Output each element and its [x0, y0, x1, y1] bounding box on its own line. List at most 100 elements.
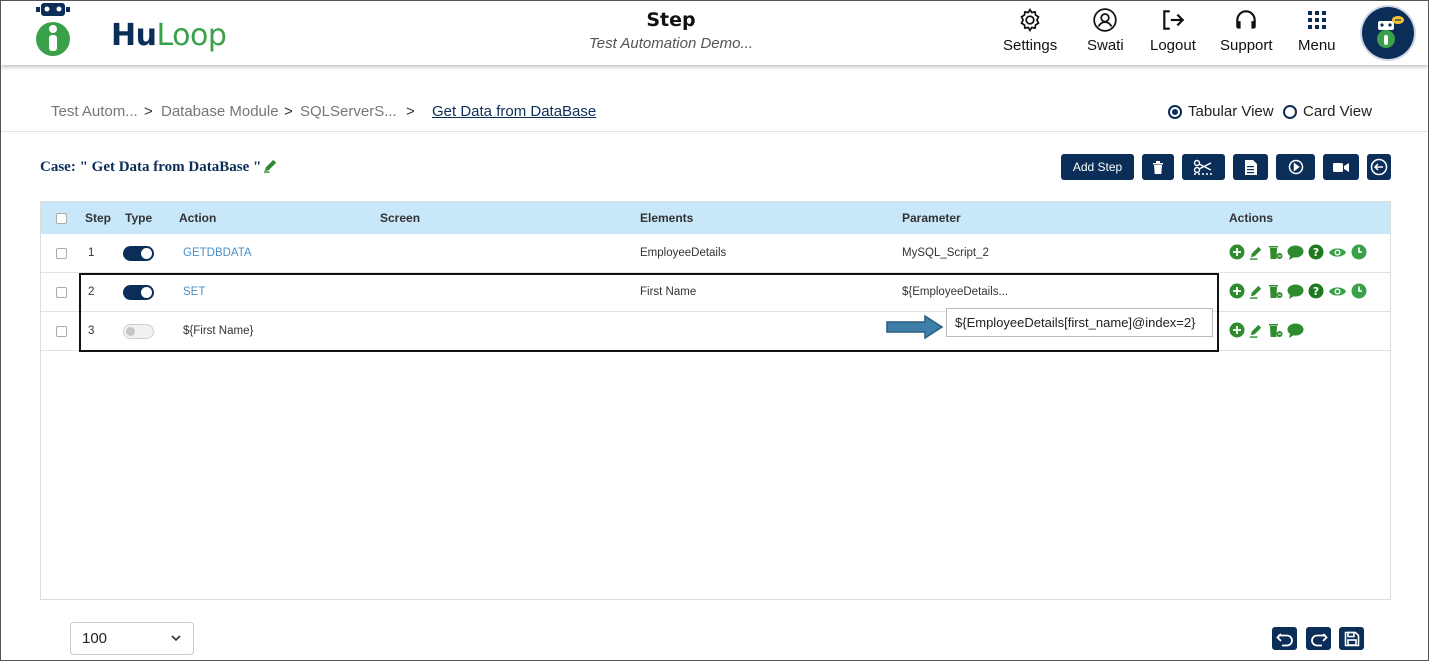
- column-header: Parameter: [902, 211, 961, 225]
- column-header: Step: [85, 211, 112, 225]
- headphones-icon: [1236, 10, 1257, 29]
- breadcrumb-separator: >: [284, 103, 293, 120]
- nav-settings[interactable]: Settings: [1003, 6, 1057, 54]
- nav-logout[interactable]: Logout: [1150, 6, 1196, 54]
- eye-icon[interactable]: [1328, 285, 1347, 298]
- user-icon: [1093, 8, 1118, 32]
- row-actions: ?: [1229, 283, 1367, 299]
- breadcrumb-item[interactable]: Test Autom...: [51, 103, 138, 120]
- save-icon: [1344, 631, 1359, 646]
- undo-button[interactable]: [1272, 627, 1297, 650]
- nav-support[interactable]: Support: [1220, 6, 1273, 54]
- undo-icon: [1275, 632, 1293, 646]
- breadcrumb-separator: >: [406, 103, 415, 120]
- column-header: Actions: [1229, 211, 1274, 225]
- cut-button[interactable]: [1182, 154, 1225, 180]
- assistant-button[interactable]: [1362, 7, 1414, 59]
- row-checkbox[interactable]: [56, 287, 67, 298]
- logout-icon: [1163, 10, 1185, 30]
- scissors-icon: [1193, 159, 1214, 175]
- redo-icon: [1310, 632, 1328, 646]
- delete-icon[interactable]: [1268, 244, 1283, 260]
- tabular-view-label: Tabular View: [1188, 103, 1274, 120]
- video-icon: [1333, 162, 1349, 172]
- pencil-icon[interactable]: [263, 158, 278, 173]
- case-prefix: Case:: [40, 159, 76, 175]
- breadcrumb-item[interactable]: Database Module: [161, 103, 279, 120]
- edit-icon[interactable]: [1249, 323, 1264, 338]
- app-header: HuLoop Step Test Automation Demo... Sett…: [1, 1, 1428, 65]
- nav-menu[interactable]: Menu: [1298, 6, 1336, 54]
- redo-button[interactable]: [1306, 627, 1331, 650]
- back-button[interactable]: [1367, 154, 1391, 180]
- column-header: Elements: [640, 211, 694, 225]
- save-button[interactable]: [1339, 627, 1364, 650]
- help-icon[interactable]: ?: [1308, 244, 1324, 260]
- comment-icon[interactable]: [1287, 323, 1304, 338]
- case-title: Case: " Get Data from DataBase ": [40, 158, 278, 176]
- svg-text:?: ?: [1313, 246, 1319, 259]
- page-size-value: 100: [82, 630, 108, 647]
- run-button[interactable]: [1276, 154, 1315, 180]
- robot-logo-icon: [36, 3, 70, 56]
- breadcrumb-separator: >: [144, 103, 153, 120]
- row-checkbox[interactable]: [56, 248, 67, 259]
- step-number: 1: [88, 247, 95, 259]
- nav-user[interactable]: Swati: [1087, 6, 1124, 54]
- breadcrumb-current[interactable]: Get Data from DataBase: [432, 103, 596, 120]
- action-cell[interactable]: GETDBDATA: [183, 247, 252, 259]
- radio-indicator: [1168, 104, 1182, 119]
- page-size-select[interactable]: 100: [70, 622, 194, 655]
- delete-button[interactable]: [1142, 154, 1174, 180]
- huloop-logo[interactable]: HuLoop: [29, 1, 227, 61]
- svg-text:?: ?: [1313, 285, 1319, 298]
- delete-icon[interactable]: [1268, 283, 1283, 299]
- pointer-arrow-icon: [886, 314, 944, 340]
- clock-icon[interactable]: [1351, 283, 1367, 299]
- edit-icon[interactable]: [1249, 245, 1264, 260]
- elements-cell: EmployeeDetails: [640, 247, 727, 259]
- parameter-cell: MySQL_Script_2: [902, 247, 989, 259]
- back-arrow-icon: [1370, 158, 1388, 176]
- row-actions: ?: [1229, 244, 1367, 260]
- case-name: " Get Data from DataBase ": [79, 159, 262, 175]
- add-step-button[interactable]: Add Step: [1061, 154, 1134, 180]
- radio-indicator: [1283, 104, 1297, 119]
- document-icon: [1245, 159, 1257, 175]
- table-row[interactable]: 1 GETDBDATA EmployeeDetails MySQL_Script…: [41, 234, 1390, 273]
- record-button[interactable]: [1323, 154, 1359, 180]
- grid-menu-icon: [1307, 11, 1326, 29]
- trash-icon: [1153, 160, 1163, 174]
- page-title: Step: [646, 9, 696, 31]
- tabular-view-radio[interactable]: Tabular View: [1168, 103, 1274, 120]
- card-view-label: Card View: [1303, 103, 1372, 120]
- edit-icon[interactable]: [1249, 284, 1264, 299]
- breadcrumb-item[interactable]: SQLServerS...: [300, 103, 397, 120]
- comment-icon[interactable]: [1287, 245, 1304, 260]
- eye-icon[interactable]: [1328, 246, 1347, 259]
- column-header: Type: [125, 211, 153, 225]
- row-actions: [1229, 322, 1304, 338]
- gear-icon: [1020, 8, 1040, 32]
- card-view-radio[interactable]: Card View: [1283, 103, 1372, 120]
- delete-icon[interactable]: [1268, 322, 1283, 338]
- row-checkbox[interactable]: [56, 326, 67, 337]
- comment-icon[interactable]: [1287, 284, 1304, 299]
- column-header: Screen: [380, 211, 421, 225]
- step-toolbar: Add Step: [1061, 154, 1134, 180]
- add-circle-icon[interactable]: [1229, 322, 1245, 338]
- breadcrumb-bar: Test Autom... > Database Module > SQLSer…: [1, 90, 1428, 132]
- play-circle-icon: [1288, 159, 1303, 175]
- copy-button[interactable]: [1233, 154, 1268, 180]
- logo-text: HuLoop: [111, 18, 227, 53]
- select-all-checkbox[interactable]: [56, 213, 67, 224]
- add-circle-icon[interactable]: [1229, 244, 1245, 260]
- type-toggle[interactable]: [123, 246, 154, 261]
- chevron-down-icon: [171, 635, 181, 642]
- help-icon[interactable]: ?: [1308, 283, 1324, 299]
- parameter-tooltip: ${EmployeeDetails[first_name]@index=2}: [946, 308, 1213, 337]
- table-header: Step Type Action Screen Elements Paramet…: [41, 202, 1390, 234]
- clock-icon[interactable]: [1351, 244, 1367, 260]
- page-subtitle: Test Automation Demo...: [589, 35, 753, 52]
- add-circle-icon[interactable]: [1229, 283, 1245, 299]
